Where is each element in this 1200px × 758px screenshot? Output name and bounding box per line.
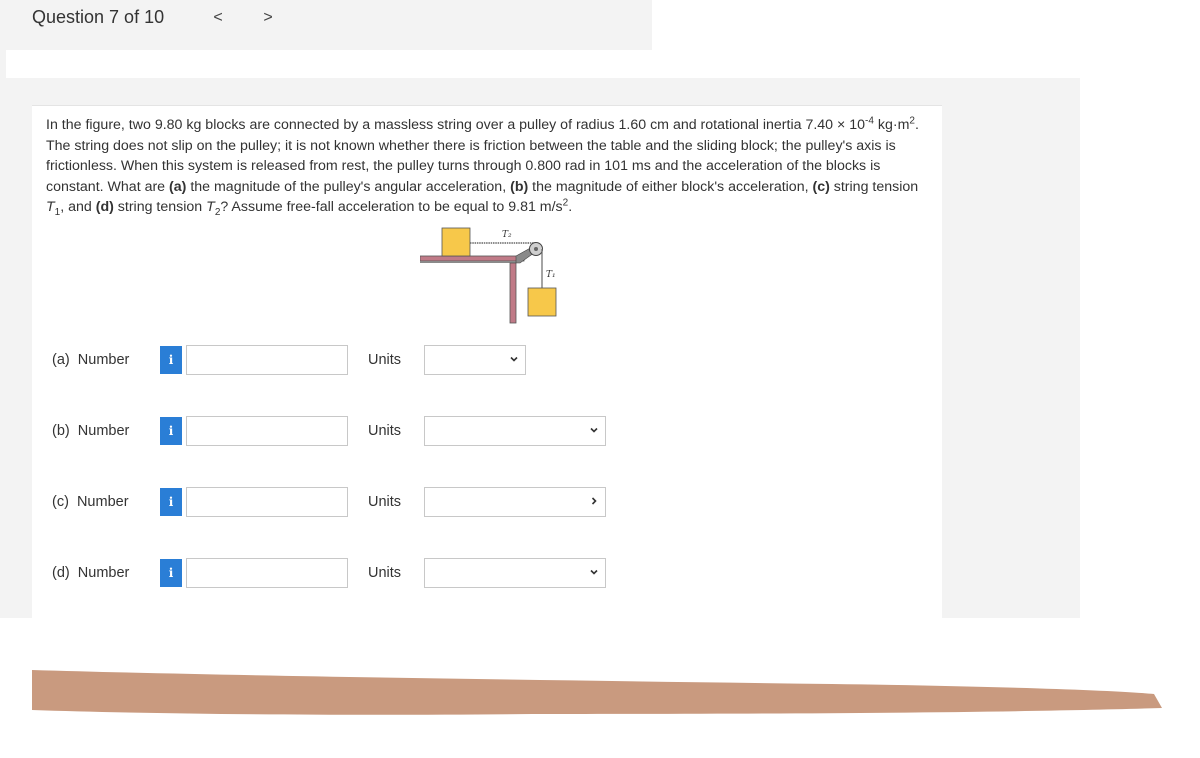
info-icon[interactable]: i: [160, 346, 182, 374]
label-t2: T₂: [502, 230, 512, 240]
answer-label-c: (c) Number: [52, 494, 129, 510]
units-select-a[interactable]: [424, 345, 526, 375]
units-label-a: Units: [368, 352, 402, 368]
answer-label-a: (a) Number: [52, 352, 130, 368]
answer-row-d: (d) Number i Units: [52, 558, 612, 590]
chevron-down-icon: [590, 569, 598, 575]
answer-row-b: (b) Number i Units: [52, 416, 612, 448]
redaction-bar: [32, 670, 1162, 715]
question-counter: Question 7 of 10: [32, 7, 165, 27]
chevron-down-icon: [590, 427, 598, 433]
pulley-figure: T₂ T₁: [420, 227, 557, 324]
pulley-axle: [534, 247, 538, 251]
number-input-b[interactable]: [186, 416, 348, 446]
answer-label-d: (d) Number: [52, 565, 130, 581]
info-icon[interactable]: i: [160, 417, 182, 445]
units-label-b: Units: [368, 423, 402, 439]
answer-row-c: (c) Number i Units: [52, 487, 612, 519]
number-input-a[interactable]: [186, 345, 348, 375]
info-icon[interactable]: i: [160, 559, 182, 587]
units-label-d: Units: [368, 565, 402, 581]
previous-question-button[interactable]: <: [210, 9, 226, 27]
number-input-d[interactable]: [186, 558, 348, 588]
chevron-right-icon: [591, 497, 597, 505]
table-top: [420, 255, 525, 262]
label-t1: T₁: [546, 270, 556, 280]
sliding-block: [441, 227, 471, 257]
number-input-c[interactable]: [186, 487, 348, 517]
top-whitespace-lower: [6, 50, 1040, 78]
hanging-block: [527, 287, 557, 317]
units-select-b[interactable]: [424, 416, 606, 446]
answer-row-a: (a) Number i Units: [52, 345, 612, 377]
table-top-shadow: [420, 261, 516, 263]
units-select-c[interactable]: [424, 487, 606, 517]
chevron-down-icon: [510, 356, 518, 362]
info-icon[interactable]: i: [160, 488, 182, 516]
table-leg: [509, 262, 517, 324]
next-question-button[interactable]: >: [260, 9, 276, 27]
answer-label-b: (b) Number: [52, 423, 130, 439]
units-select-d[interactable]: [424, 558, 606, 588]
top-whitespace: [652, 0, 1040, 50]
question-text: In the figure, two 9.80 kg blocks are co…: [46, 115, 919, 219]
units-label-c: Units: [368, 494, 402, 510]
